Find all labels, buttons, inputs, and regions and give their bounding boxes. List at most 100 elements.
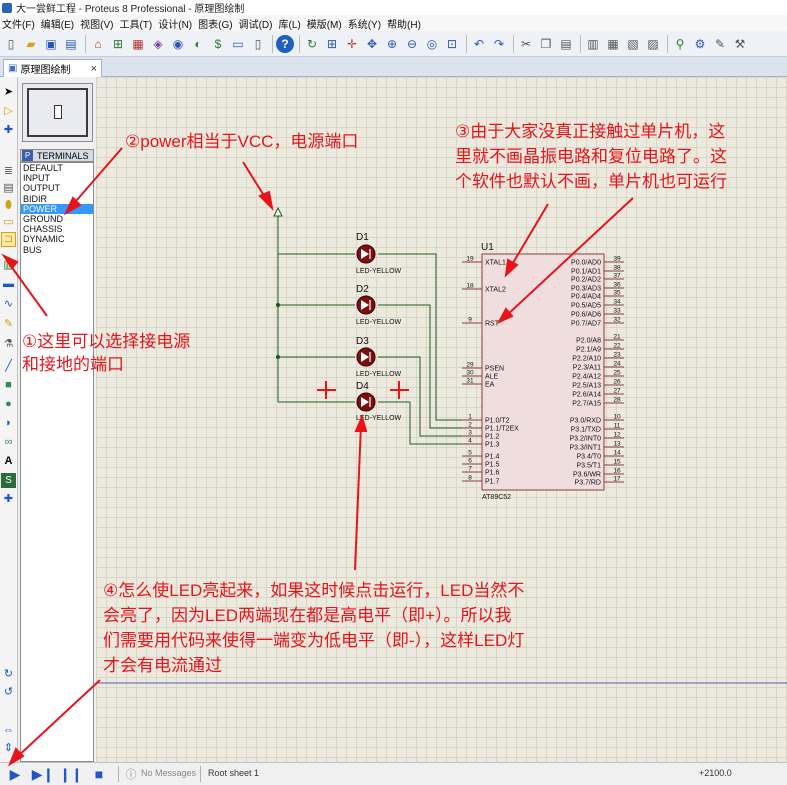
terminal-item-output[interactable]: OUTPUT (21, 183, 93, 193)
decompose-icon[interactable]: ✎ (711, 35, 729, 53)
terminals-mode-icon[interactable]: ⊐ (1, 232, 16, 247)
zoom-area-icon[interactable]: ⊡ (443, 35, 461, 53)
menu-system[interactable]: 系统(Y) (348, 16, 381, 31)
pick-parts-icon[interactable]: ⚲ (671, 35, 689, 53)
open-folder-icon[interactable]: ▰ (22, 35, 40, 53)
menu-tools[interactable]: 工具(T) (119, 16, 152, 31)
tape-recorder-icon[interactable]: ∿ (1, 297, 16, 312)
zoom-all-icon[interactable]: ◎ (423, 35, 441, 53)
mcu-pin-number: 38 (613, 265, 621, 272)
line-icon[interactable]: ╱ (1, 359, 16, 374)
box-icon[interactable]: ■ (1, 378, 16, 393)
wire-label-icon[interactable]: ≣ (1, 164, 16, 179)
main-toolbar: ▯ ▰ ▣ ▤ ⌂ ⊞ ▦ ◈ ◉ ◐ $ ▭ ▯ ? ↻ ⊞ ✛ ✥ ⊕ ⊖ … (0, 31, 787, 57)
block-move-icon[interactable]: ▦ (604, 35, 622, 53)
3d-viewer-icon[interactable]: ◐ (189, 35, 207, 53)
bus-icon[interactable]: ⬮ (1, 198, 16, 213)
refresh-icon[interactable]: ↻ (303, 35, 321, 53)
document-tabs: ▣ 原理图绘制 × (0, 57, 787, 77)
terminal-item-bidir[interactable]: BIDIR (21, 194, 93, 204)
component-mode-icon[interactable]: ▷ (1, 104, 16, 119)
led-d3[interactable] (356, 347, 376, 367)
led-d4[interactable] (356, 392, 376, 412)
block-rotate-icon[interactable]: ▧ (624, 35, 642, 53)
menu-graph[interactable]: 图表(G) (198, 16, 232, 31)
copy-icon[interactable]: ❐ (537, 35, 555, 53)
menu-library[interactable]: 库(L) (278, 16, 300, 31)
menu-design[interactable]: 设计(N) (158, 16, 192, 31)
paste-icon[interactable]: ▤ (557, 35, 575, 53)
mcu-pin-number: 29 (466, 362, 474, 369)
menu-edit[interactable]: 编辑(E) (41, 16, 74, 31)
grid-icon[interactable]: ⊞ (323, 35, 341, 53)
pan-icon[interactable]: ✥ (363, 35, 381, 53)
save-icon[interactable]: ▣ (42, 35, 60, 53)
pause-icon[interactable]: ❙❙ (59, 766, 82, 782)
junction-dot-icon[interactable]: ✚ (1, 123, 16, 138)
menu-help[interactable]: 帮助(H) (387, 16, 421, 31)
pcb-icon[interactable]: ▦ (129, 35, 147, 53)
mcu-part: AT89C52 (482, 494, 511, 501)
design-explorer-icon[interactable]: ◉ (169, 35, 187, 53)
step-icon[interactable]: ▶❙ (32, 766, 55, 782)
terminal-item-default[interactable]: DEFAULT (21, 163, 93, 173)
circle-icon[interactable]: ● (1, 397, 16, 412)
generator-icon[interactable]: ✎ (1, 317, 16, 332)
origin-icon[interactable]: ✛ (343, 35, 361, 53)
play-icon[interactable]: ▶ (7, 766, 23, 782)
menu-debug[interactable]: 调试(D) (239, 16, 273, 31)
help-icon[interactable]: ? (276, 34, 294, 53)
stop-icon[interactable]: ■ (91, 766, 107, 782)
mcu-pin-name: P3.0/RXD (570, 418, 601, 425)
bom-icon[interactable]: $ (209, 35, 227, 53)
terminal-item-chassis[interactable]: CHASSIS (21, 224, 93, 234)
device-pins-icon[interactable]: ▥ (1, 258, 16, 273)
menu-template[interactable]: 模版(M) (307, 16, 342, 31)
path-icon[interactable]: ∞ (1, 435, 16, 450)
text-script-icon[interactable]: ▤ (1, 181, 16, 196)
tools-icon[interactable]: ⚒ (731, 35, 749, 53)
arc-icon[interactable]: ◗ (1, 416, 16, 431)
block-delete-icon[interactable]: ▨ (644, 35, 662, 53)
block-copy-icon[interactable]: ▥ (584, 35, 602, 53)
close-icon[interactable]: × (91, 63, 97, 75)
mcu-pin-name: P2.5/A13 (572, 383, 601, 390)
voltage-probe-icon[interactable]: ⚗ (1, 337, 16, 352)
source-code-icon[interactable]: ▭ (229, 35, 247, 53)
undo-icon[interactable]: ↶ (470, 35, 488, 53)
schematic-icon[interactable]: ⊞ (109, 35, 127, 53)
menu-file[interactable]: 文件(F) (2, 16, 35, 31)
subcircuit-icon[interactable]: ▭ (1, 215, 16, 230)
new-file-icon[interactable]: ▯ (2, 35, 20, 53)
zoom-in-icon[interactable]: ⊕ (383, 35, 401, 53)
notes-icon[interactable]: ▯ (249, 35, 267, 53)
tab-schematic[interactable]: ▣ 原理图绘制 × (3, 59, 102, 77)
terminal-item-bus[interactable]: BUS (21, 245, 93, 255)
terminal-item-dynamic[interactable]: DYNAMIC (21, 234, 93, 244)
overview-preview[interactable] (22, 83, 93, 142)
cut-icon[interactable]: ✂ (517, 35, 535, 53)
rotate-ccw-icon[interactable]: ↺ (1, 685, 16, 700)
terminal-item-ground[interactable]: GROUND (21, 214, 93, 224)
symbol-icon[interactable]: S (1, 473, 16, 488)
text-icon[interactable]: A (1, 454, 16, 469)
flip-horizontal-icon[interactable]: ⇔ (1, 723, 16, 738)
led-d2[interactable] (356, 295, 376, 315)
status-messages[interactable]: No Messages (141, 768, 196, 778)
terminal-item-input[interactable]: INPUT (21, 173, 93, 183)
selection-mode-icon[interactable]: ➤ (1, 85, 16, 100)
rotate-cw-icon[interactable]: ↻ (1, 667, 16, 682)
redo-icon[interactable]: ↷ (490, 35, 508, 53)
marker-icon[interactable]: ✚ (1, 492, 16, 507)
led-d1[interactable] (356, 244, 376, 264)
pick-button[interactable]: P (22, 150, 33, 161)
menu-view[interactable]: 视图(V) (80, 16, 113, 31)
close-project-icon[interactable]: ▤ (62, 35, 80, 53)
terminal-item-power[interactable]: POWER (21, 203, 93, 214)
zoom-out-icon[interactable]: ⊖ (403, 35, 421, 53)
flip-vertical-icon[interactable]: ⇕ (1, 741, 16, 756)
make-device-icon[interactable]: ⚙ (691, 35, 709, 53)
gerber-icon[interactable]: ◈ (149, 35, 167, 53)
graph-icon[interactable]: ▬ (1, 277, 16, 292)
home-icon[interactable]: ⌂ (89, 35, 107, 53)
